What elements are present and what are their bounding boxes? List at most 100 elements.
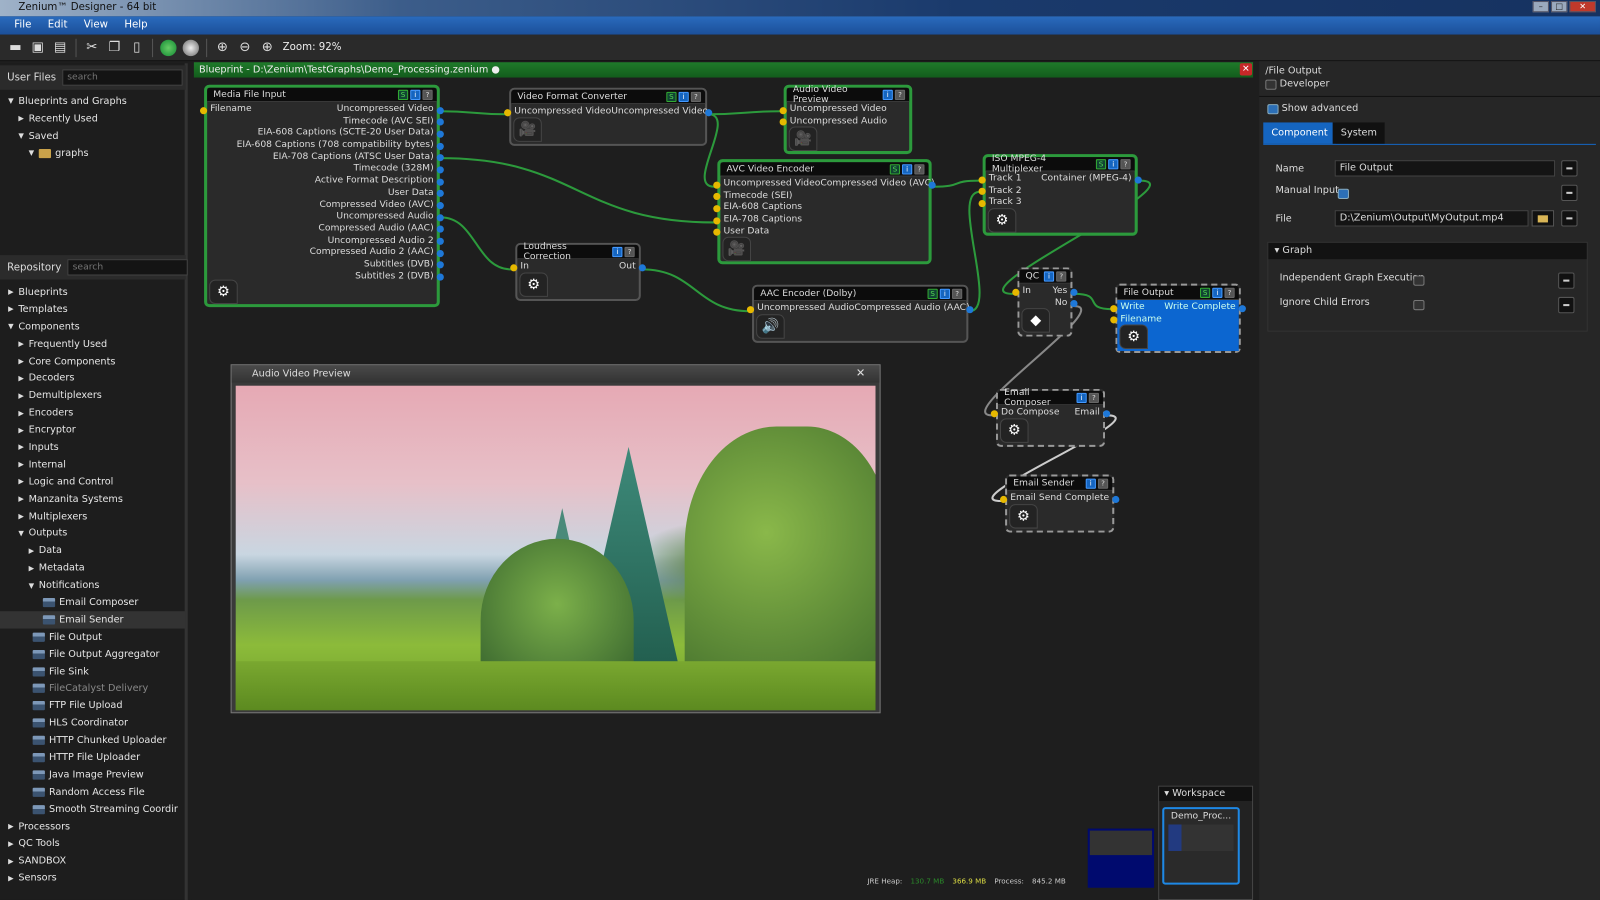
tree-item[interactable]: ▼ Notifications — [0, 577, 186, 594]
workspace-header[interactable]: ▾ Workspace — [1159, 786, 1253, 802]
collapsed-arrow-icon[interactable]: ▶ — [18, 478, 28, 486]
input-port[interactable] — [713, 228, 721, 236]
collapsed-arrow-icon[interactable]: ▶ — [18, 512, 28, 520]
collapsed-arrow-icon[interactable]: ▶ — [8, 305, 18, 313]
output-port[interactable] — [1103, 409, 1111, 417]
expanded-arrow-icon[interactable]: ▼ — [29, 149, 39, 157]
help-icon[interactable]: ? — [624, 246, 635, 257]
collapsed-arrow-icon[interactable]: ▶ — [18, 495, 28, 503]
settings-badge[interactable]: S — [397, 89, 409, 100]
node-header[interactable]: File Output Si? — [1117, 285, 1239, 300]
output-port[interactable] — [1134, 176, 1142, 184]
tree-item[interactable]: ▶ Recently Used — [0, 110, 186, 127]
output-port[interactable] — [638, 263, 646, 271]
manual-input-reset-button[interactable] — [1561, 184, 1578, 202]
input-port[interactable] — [713, 193, 721, 201]
info-icon[interactable]: i — [939, 288, 950, 299]
output-port[interactable] — [928, 181, 936, 189]
node-es[interactable]: Email Sender i? Email Send Complete ⚙ — [999, 474, 1120, 533]
collapsed-arrow-icon[interactable]: ▶ — [18, 340, 28, 348]
independent-execution-checkbox[interactable] — [1413, 275, 1425, 286]
tree-item[interactable]: Email Composer — [0, 594, 186, 611]
browse-folder-button[interactable] — [1531, 210, 1555, 227]
info-icon[interactable]: i — [678, 91, 689, 102]
tree-item[interactable]: ▶ Multiplexers — [0, 508, 186, 525]
input-port[interactable] — [199, 106, 208, 114]
input-port[interactable] — [1012, 288, 1020, 296]
input-port[interactable] — [510, 263, 518, 271]
help-icon[interactable]: ? — [690, 91, 702, 102]
help-icon[interactable]: ? — [1097, 478, 1109, 489]
file-reset-button[interactable] — [1561, 210, 1578, 227]
tree-item[interactable]: FileCatalyst Delivery — [0, 680, 186, 697]
node-vfc[interactable]: Video Format Converter Si? Uncompressed Vi… — [504, 87, 713, 146]
input-port[interactable] — [978, 187, 986, 196]
video-camera-icon[interactable]: 🎥 — [722, 236, 752, 262]
collapsed-arrow-icon[interactable]: ▶ — [18, 115, 28, 123]
tree-item[interactable]: ▶ Data — [0, 542, 186, 559]
tree-item[interactable]: FTP File Upload — [0, 697, 186, 714]
zoom-in-icon[interactable]: ⊕ — [213, 38, 231, 56]
ignore-child-errors-checkbox[interactable] — [1413, 299, 1425, 311]
open-icon[interactable]: ▬ — [6, 38, 24, 56]
tree-item[interactable]: ▶ Encoders — [0, 404, 186, 421]
info-icon[interactable]: i — [612, 246, 623, 257]
tree-item[interactable]: HTTP Chunked Uploader — [0, 732, 186, 749]
collapsed-arrow-icon[interactable]: ▶ — [18, 461, 28, 469]
node-avp[interactable]: Audio Video Preview i? Uncompressed Video U… — [779, 84, 913, 155]
tree-item[interactable]: File Output Aggregator — [0, 646, 186, 663]
info-icon[interactable]: i — [882, 89, 893, 100]
stop-icon[interactable] — [182, 38, 200, 56]
settings-badge[interactable]: S — [1199, 287, 1211, 298]
tree-item[interactable]: ▶ QC Tools — [0, 835, 186, 852]
collapsed-arrow-icon[interactable]: ▶ — [8, 822, 18, 830]
close-window-button[interactable]: ✕ — [1569, 1, 1596, 13]
info-icon[interactable]: i — [1085, 478, 1096, 489]
speaker-icon[interactable]: 🔊 — [756, 314, 785, 339]
tree-item[interactable]: ▼ graphs — [0, 145, 186, 162]
gear-icon[interactable]: ⚙ — [519, 272, 548, 297]
graph-section-header[interactable]: ▾ Graph — [1268, 242, 1587, 260]
input-port[interactable] — [990, 409, 998, 417]
collapsed-arrow-icon[interactable]: ▶ — [8, 874, 18, 882]
input-port[interactable] — [978, 176, 986, 184]
expanded-arrow-icon[interactable]: ▼ — [8, 97, 18, 105]
tree-item[interactable]: ▼ Saved — [0, 127, 186, 144]
output-port[interactable] — [436, 130, 444, 138]
input-port[interactable] — [779, 118, 787, 126]
gear-icon[interactable]: ⚙ — [209, 279, 238, 305]
minimize-button[interactable]: – — [1532, 1, 1549, 13]
tree-item[interactable]: ▶ Blueprints — [0, 284, 186, 301]
info-icon[interactable]: i — [902, 163, 913, 174]
info-icon[interactable]: i — [1076, 392, 1087, 403]
save-as-icon[interactable]: ▤ — [51, 38, 69, 56]
node-mfi[interactable]: Media File Input Si? Filename Uncompressed … — [199, 84, 444, 308]
output-port[interactable] — [436, 237, 444, 245]
output-port[interactable] — [1112, 495, 1120, 503]
input-port[interactable] — [504, 108, 512, 116]
tree-item[interactable]: ▶ Inputs — [0, 439, 186, 456]
collapsed-arrow-icon[interactable]: ▶ — [18, 409, 28, 417]
menu-file[interactable]: File — [6, 16, 39, 34]
help-icon[interactable]: ? — [422, 89, 433, 100]
show-advanced-checkbox[interactable] — [1267, 103, 1279, 114]
user-files-search-input[interactable] — [62, 69, 183, 86]
tree-item[interactable]: HTTP File Uploader — [0, 749, 186, 766]
expanded-arrow-icon[interactable]: ▼ — [18, 529, 28, 537]
collapsed-arrow-icon[interactable]: ▶ — [8, 840, 18, 848]
tree-item[interactable]: Random Access File — [0, 783, 186, 800]
node-header[interactable]: Video Format Converter Si? — [511, 89, 706, 105]
tree-item[interactable]: ▶ Core Components — [0, 353, 186, 370]
tree-item[interactable]: ▶ Sensors — [0, 870, 186, 887]
output-port[interactable] — [1070, 288, 1078, 296]
node-header[interactable]: QC i? — [1019, 269, 1071, 284]
tree-item[interactable]: ▼ Blueprints and Graphs — [0, 93, 186, 110]
help-icon[interactable]: ? — [1056, 270, 1067, 282]
run-icon[interactable] — [159, 38, 177, 56]
tree-item[interactable]: HLS Coordinator — [0, 715, 186, 732]
cut-icon[interactable]: ✂ — [83, 38, 101, 56]
tab-component[interactable]: Component — [1263, 122, 1336, 144]
tree-item[interactable]: Email Sender — [0, 611, 186, 629]
tree-item[interactable]: ▶ Demultiplexers — [0, 387, 186, 404]
input-port[interactable] — [713, 181, 721, 189]
